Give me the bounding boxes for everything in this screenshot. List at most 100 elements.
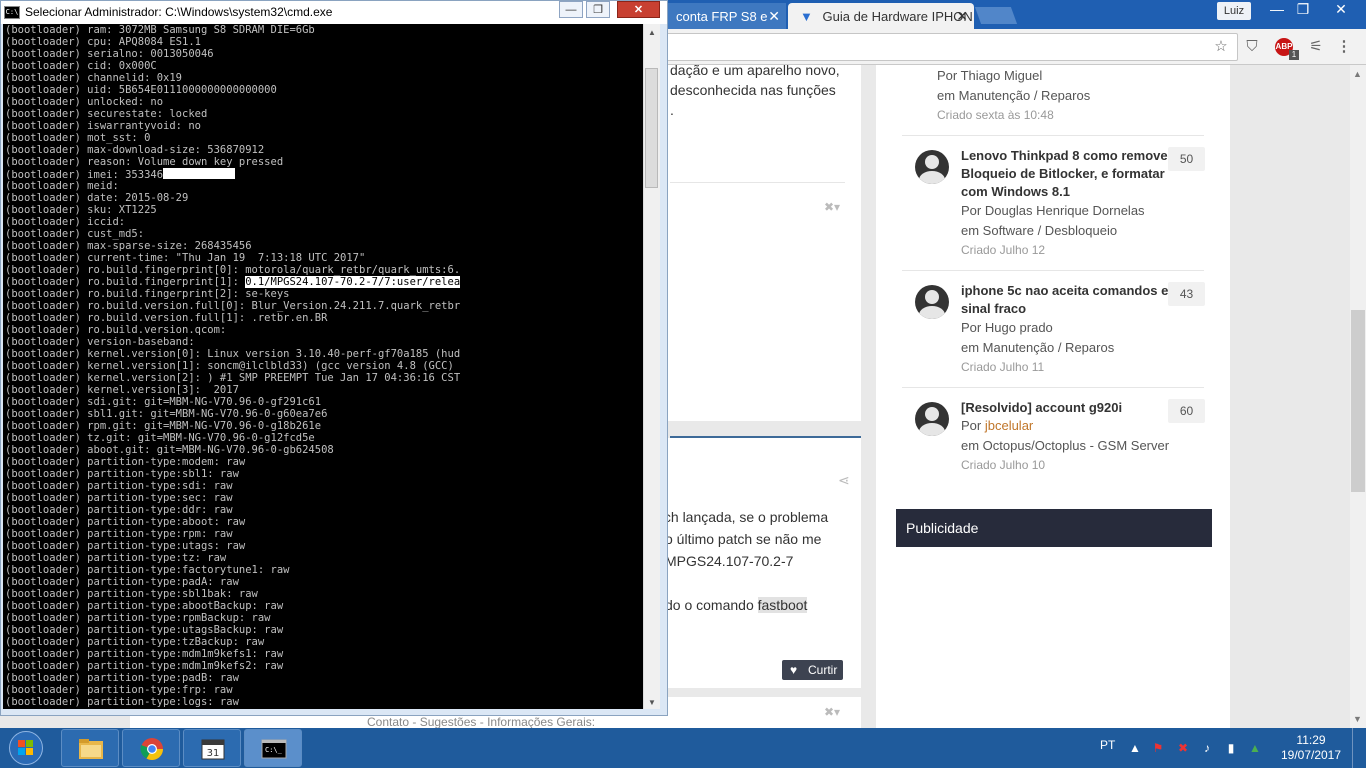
taskbar-calendar[interactable]: 31 — [183, 729, 241, 767]
show-hidden-icons-icon[interactable]: ▲ — [1127, 740, 1143, 756]
topic-author[interactable]: Por Hugo prado — [961, 320, 1053, 335]
tab-conta-frp[interactable]: conta FRP S8 e ✕ — [664, 3, 786, 29]
avatar[interactable] — [915, 150, 949, 184]
scroll-up-icon[interactable]: ▲ — [1353, 69, 1362, 79]
divider — [902, 387, 1204, 388]
pdf-extension-icon[interactable]: ⚟ — [1306, 37, 1326, 57]
console-line-text: (bootloader) ro.build.fingerprint[2]: se… — [5, 288, 290, 300]
console-line: (bootloader) partition-type:rpmBackup: r… — [5, 612, 643, 624]
console-line: (bootloader) max-download-size: 53687091… — [5, 144, 643, 156]
cmd-titlebar[interactable]: C:\ Selecionar Administrador: C:\Windows… — [1, 1, 667, 24]
close-options-icon[interactable]: ✖▾ — [824, 705, 840, 719]
topic-title[interactable]: Lenovo Thinkpad 8 como remover Bloqueio … — [961, 147, 1175, 201]
taskbar-cmd[interactable]: C:\_ — [244, 729, 302, 767]
close-window-icon[interactable]: ✕ — [1326, 0, 1356, 20]
extension-shield-icon[interactable]: ⛉ — [1242, 37, 1262, 57]
console-line: (bootloader) partition-type:abootBackup:… — [5, 600, 643, 612]
console-line-text: (bootloader) sku: XT1225 — [5, 204, 157, 216]
console-line: (bootloader) partition-type:padB: raw — [5, 672, 643, 684]
divider — [902, 270, 1204, 271]
close-icon[interactable]: ✕ — [617, 1, 660, 18]
taskbar-chrome[interactable] — [122, 729, 180, 767]
topic-date: Criado Julho 11 — [961, 360, 1045, 374]
avatar[interactable] — [915, 402, 949, 436]
console-line: (bootloader) partition-type:sbl1bak: raw — [5, 588, 643, 600]
close-options-icon[interactable]: ✖▾ — [824, 200, 840, 214]
like-button[interactable]: ♥ Curtir — [782, 660, 843, 680]
address-bar[interactable]: ☆ — [660, 33, 1238, 61]
maximize-icon[interactable]: ❐ — [1288, 0, 1318, 20]
topic-forum[interactable]: em Manutenção / Reparos — [937, 88, 1090, 103]
tab-label: conta FRP S8 e — [676, 9, 768, 24]
menu-icon[interactable]: ⋮ — [1334, 37, 1354, 57]
volume-icon[interactable]: ♪ — [1199, 740, 1215, 756]
console-output[interactable]: (bootloader) ram: 3072MB Samsung S8 SDRA… — [3, 24, 643, 709]
show-desktop-button[interactable] — [1352, 728, 1366, 768]
bookmark-star-icon[interactable]: ☆ — [1211, 37, 1231, 57]
console-line-text: (bootloader) partition-type:sec: raw — [5, 492, 233, 504]
sidebar-topics: Por Thiago Miguel em Manutenção / Reparo… — [876, 65, 1230, 728]
maximize-icon[interactable]: ❐ — [586, 1, 610, 18]
topic-author[interactable]: Por Douglas Henrique Dornelas — [961, 203, 1145, 218]
action-center-icon[interactable]: ⚑ — [1150, 740, 1166, 756]
share-icon[interactable]: ⋖ — [838, 472, 850, 489]
console-line-text: (bootloader) unlocked: no — [5, 96, 164, 108]
scroll-down-icon[interactable]: ▼ — [648, 698, 656, 707]
console-line-text: (bootloader) channelid: 0x19 — [5, 72, 183, 84]
post-text-line: o último patch se não me — [665, 531, 822, 547]
console-line: (bootloader) ro.build.version.full[0]: B… — [5, 300, 643, 312]
console-line: (bootloader) partition-type:tzBackup: ra… — [5, 636, 643, 648]
topic-date: Criado Julho 12 — [961, 243, 1046, 257]
author-link[interactable]: jbcelular — [985, 418, 1033, 433]
console-line-text: (bootloader) version-baseband: — [5, 336, 195, 348]
console-line-text: (bootloader) ro.build.version.full[1]: .… — [5, 312, 328, 324]
minimize-icon[interactable]: — — [559, 1, 583, 18]
windows-orb-icon — [9, 731, 43, 765]
console-line-text: (bootloader) partition-type:padB: raw — [5, 672, 239, 684]
console-line: (bootloader) channelid: 0x19 — [5, 72, 643, 84]
console-line: (bootloader) partition-type:factorytune1… — [5, 564, 643, 576]
console-line-text: (bootloader) kernel.version[0]: Linux ve… — [5, 348, 461, 360]
google-drive-icon[interactable]: ▲ — [1247, 740, 1263, 756]
console-line-text: (bootloader) max-sparse-size: 268435456 — [5, 240, 252, 252]
console-line: (bootloader) ro.build.fingerprint[2]: se… — [5, 288, 643, 300]
console-line: (bootloader) kernel.version[3]: 2017 — [5, 384, 643, 396]
topic-forum[interactable]: em Manutenção / Reparos — [961, 340, 1114, 355]
post-text-line: . — [670, 102, 674, 118]
selected-text[interactable]: 0.1/MPGS24.107-70.2-7/7:user/relea — [245, 276, 461, 288]
close-icon[interactable]: ✕ — [956, 8, 968, 25]
topic-forum[interactable]: em Octopus/Octoplus - GSM Server — [961, 438, 1169, 453]
console-line: (bootloader) partition-type:logs: raw — [5, 696, 643, 708]
avatar[interactable] — [915, 285, 949, 319]
tab-guia-de-hardware[interactable]: ▼ Guia de Hardware IPHON ✕ — [788, 3, 974, 29]
profile-button[interactable]: Luiz — [1217, 2, 1251, 20]
taskbar-explorer[interactable] — [61, 729, 119, 767]
language-indicator[interactable]: PT — [1100, 738, 1115, 752]
console-line: (bootloader) kernel.version[2]: ) #1 SMP… — [5, 372, 643, 384]
topic-author[interactable]: Por Thiago Miguel — [937, 68, 1042, 83]
topic-author: Por jbcelular — [961, 418, 1033, 433]
folder-icon — [79, 739, 103, 759]
post-text-line: do o comando fastboot — [665, 597, 808, 613]
topic-title[interactable]: [Resolvido] account g920i — [961, 399, 1175, 417]
page-scrollbar-thumb[interactable] — [1351, 310, 1365, 492]
ad-section-header: Publicidade — [896, 509, 1212, 547]
clock[interactable]: 11:29 19/07/2017 — [1276, 733, 1346, 763]
new-tab-button[interactable] — [974, 7, 1018, 24]
topic-forum[interactable]: em Software / Desbloqueio — [961, 223, 1117, 238]
console-line: (bootloader) partition-type:tz: raw — [5, 552, 643, 564]
close-icon[interactable]: ✕ — [768, 8, 780, 25]
redacted-imei — [163, 168, 236, 179]
inline-code: fastboot — [757, 597, 808, 613]
start-button[interactable] — [4, 728, 48, 768]
console-line: (bootloader) partition-type:utagsBackup:… — [5, 624, 643, 636]
network-warning-icon[interactable]: ✖ — [1175, 740, 1191, 756]
topic-title[interactable]: iphone 5c nao aceita comandos e sinal fr… — [961, 282, 1175, 318]
scroll-down-icon[interactable]: ▼ — [1353, 714, 1362, 724]
console-line: (bootloader) sdi.git: git=MBM-NG-V70.96-… — [5, 396, 643, 408]
console-scrollbar-thumb[interactable] — [645, 68, 658, 188]
signal-icon[interactable]: ▮ — [1223, 740, 1239, 756]
footer-links[interactable]: Contato - Sugestões - Informações Gerais… — [367, 715, 595, 728]
scroll-up-icon[interactable]: ▲ — [648, 28, 656, 37]
cmd-app-icon[interactable]: C:\ — [4, 6, 20, 19]
